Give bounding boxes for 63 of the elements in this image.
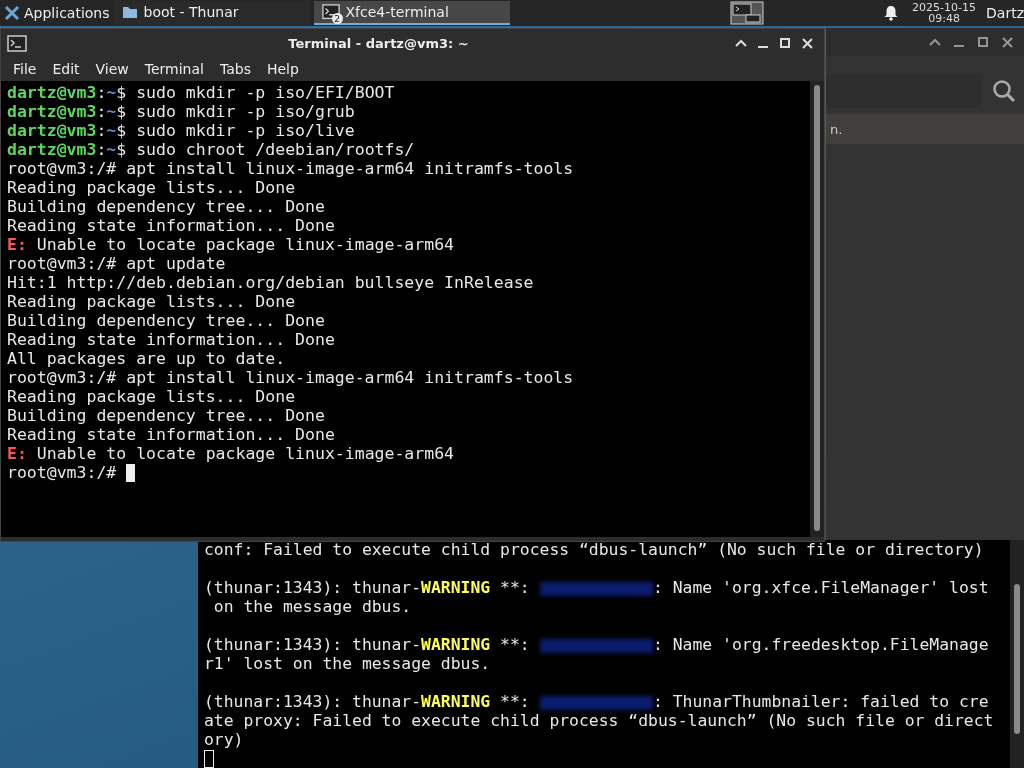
terminal-line: Reading state information... Done (7, 425, 336, 444)
folder-icon (121, 5, 138, 19)
terminal-line: dartz@vm3:~$ sudo mkdir -p iso/grub (7, 102, 356, 121)
terminal-line: ory) (204, 730, 245, 749)
terminal-line: Reading package lists... Done (7, 292, 297, 311)
search-icon[interactable] (992, 79, 1016, 103)
minimize-icon (954, 45, 964, 47)
user-name[interactable]: Dartz (986, 5, 1024, 21)
workspace-switcher-icon[interactable] (730, 1, 765, 25)
menu-item[interactable]: Tabs (211, 61, 259, 77)
chevron-up-icon (929, 38, 941, 46)
terminal-line: ate proxy: Failed to execute child process “dbus-launch” (No such file or direct (204, 711, 995, 730)
terminal-line: Reading package lists... Done (7, 178, 297, 197)
terminal-line: Reading state information... Done (7, 216, 336, 235)
menu-item[interactable]: Help (258, 61, 307, 77)
text-cursor (126, 464, 136, 482)
terminal-line: All packages are up to date. (7, 349, 287, 368)
minimize-icon (758, 46, 768, 48)
terminal-line: dartz@vm3:~$ sudo mkdir -p iso/EFI/BOOT (7, 83, 396, 102)
window-title: Terminal - dartz@vm3: ~ (287, 35, 470, 51)
terminal-line: E: Unable to locate package linux-image-arm64 (7, 235, 456, 254)
maximize-icon (978, 37, 988, 47)
terminal-line: (thunar:1343): thunar-WARNING **: : Name 'org.freedesktop.FileManage (204, 635, 990, 654)
terminal-line: E: Unable to locate package linux-image-arm64 (7, 444, 456, 463)
status-text: n. (829, 121, 843, 137)
menu-item[interactable]: Terminal (136, 61, 212, 77)
notification-bell-icon[interactable] (884, 5, 899, 21)
scrollbar-thumb[interactable] (814, 85, 820, 531)
terminal-line: root@vm3:/# apt install linux-image-arm64 initramfs-tools (7, 368, 575, 387)
terminal-line: on the message dbus. (212, 597, 413, 616)
terminal-line: Building dependency tree... Done (7, 197, 326, 216)
terminal-line: dartz@vm3:~$ sudo mkdir -p iso/live (7, 121, 356, 140)
search-field[interactable] (826, 74, 982, 108)
taskbar-task[interactable]: 2 Xfce4-terminal (313, 1, 510, 25)
close-icon (801, 37, 813, 49)
terminal-line: root@vm3:/# apt install linux-image-arm64 initramfs-tools (7, 159, 575, 178)
menu-item[interactable]: View (87, 61, 137, 77)
close-icon (1001, 36, 1013, 48)
terminal-line: Building dependency tree... Done (7, 311, 326, 330)
clock[interactable]: 2025-10-15 09:48 (912, 2, 977, 24)
terminal-line: root@vm3:/# (7, 463, 804, 482)
terminal-line: (thunar:1343): thunar-WARNING **: : Name 'org.xfce.FileManager' lost (204, 578, 990, 597)
terminal-icon (321, 4, 340, 20)
terminal-line: Reading package lists... Done (7, 387, 297, 406)
text-cursor (204, 750, 214, 768)
menu-item[interactable]: File (5, 61, 45, 77)
maximize-icon (780, 38, 790, 48)
taskbar-task[interactable]: boot - Thunar (113, 1, 310, 25)
terminal-line: (thunar:1343): thunar-WARNING **: : ThunarThumbnailer: failed to cre (204, 692, 990, 711)
xfce-logo-icon (4, 5, 20, 21)
terminal-line: Reading state information... Done (7, 330, 336, 349)
terminal-line: Building dependency tree... Done (7, 406, 326, 425)
scrollbar-thumb[interactable] (1014, 584, 1020, 734)
terminal-line: r1' lost on the message dbus. (204, 654, 492, 673)
menu-item[interactable]: Edit (44, 61, 88, 77)
terminal-icon (7, 34, 27, 52)
terminal-line: Hit:1 http://deb.debian.org/debian bullseye InRelease (7, 273, 535, 292)
terminal-line: conf: Failed to execute child process “dbus-launch” (No such file or directory) (204, 540, 985, 559)
window-count-badge: 2 (331, 13, 343, 24)
applications-menu[interactable]: Applications (0, 0, 114, 26)
terminal-line: dartz@vm3:~$ sudo chroot /deebian/rootfs/ (7, 140, 416, 159)
terminal-line: root@vm3:/# apt update (7, 254, 227, 273)
chevron-up-icon (735, 39, 747, 47)
